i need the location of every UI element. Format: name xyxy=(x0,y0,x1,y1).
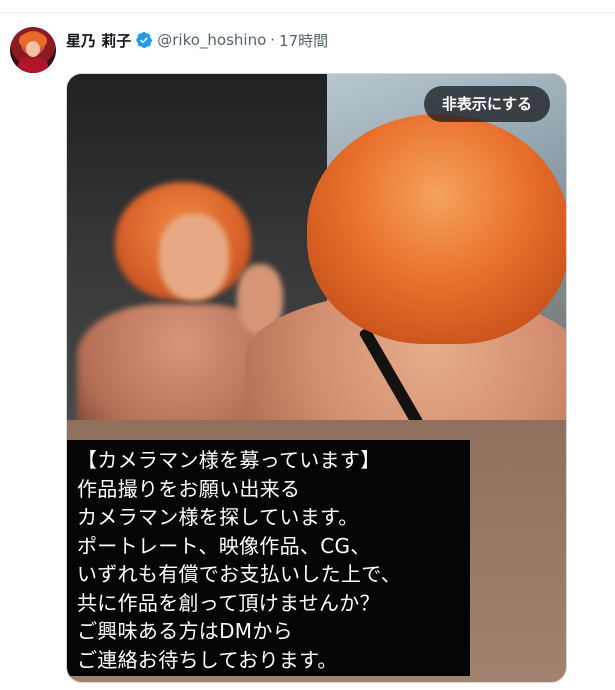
media-text-line: 【カメラマン様を募っています】 xyxy=(77,448,381,472)
author-handle[interactable]: @riko_hoshino xyxy=(157,31,266,49)
media-text-line: 作品撮りをお願い出来る xyxy=(77,476,301,501)
photo-reflection-face xyxy=(159,214,229,300)
separator-dot: · xyxy=(270,31,276,49)
avatar-body-shape xyxy=(18,57,48,73)
media-text-line: ご興味ある方はDMから xyxy=(77,619,293,643)
media-text-panel: 【カメラマン様を募っています】 作品撮りをお願い出来る カメラマン様を探していま… xyxy=(67,440,470,676)
media-photo[interactable] xyxy=(67,74,566,420)
display-name[interactable]: 星乃 莉子 xyxy=(66,30,131,51)
avatar-face-shape xyxy=(26,41,40,57)
media-text-line: ご連絡お待ちしております。 xyxy=(77,647,338,672)
timestamp[interactable]: 17時間 xyxy=(279,30,328,51)
tweet-media[interactable]: 非表示にする 【カメラマン様を募っています】 作品撮りをお願い出来る カメラマン… xyxy=(66,73,567,683)
media-text-line: 共に作品を創って頂けませんか？ xyxy=(77,590,380,615)
hide-media-button[interactable]: 非表示にする xyxy=(423,86,550,122)
media-text-line: いずれも有償でお支払いした上で、 xyxy=(77,562,401,586)
media-text-line: カメラマン様を探しています。 xyxy=(77,505,359,529)
avatar[interactable] xyxy=(10,27,56,73)
top-divider xyxy=(0,12,615,13)
media-text-line: ポートレート、映像作品、CG、 xyxy=(77,533,371,558)
tweet-header: 星乃 莉子 @riko_hoshino · 17時間 xyxy=(66,29,328,51)
photo-hair xyxy=(307,114,566,344)
verified-badge-icon xyxy=(136,31,153,49)
